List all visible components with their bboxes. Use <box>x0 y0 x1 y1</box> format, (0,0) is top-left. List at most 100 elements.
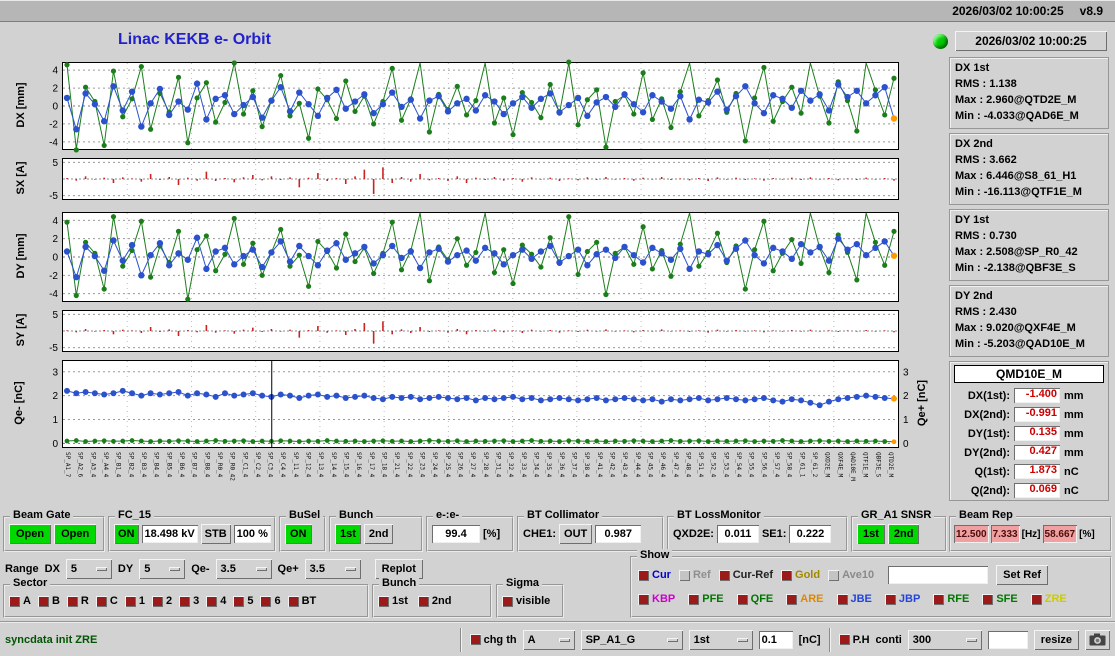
range-qep-dropdown[interactable]: 3.5 <box>304 559 361 579</box>
se1-value: 0.222 <box>789 525 832 543</box>
checkbox-label: 3 <box>193 595 200 607</box>
bunch-1st-button[interactable]: 1st <box>335 524 361 544</box>
checkbox-label: P.H <box>852 633 870 646</box>
range-qem-dropdown[interactable]: 3.5 <box>215 559 272 579</box>
sector-checkbox-3[interactable]: 3 <box>179 595 199 607</box>
show-cur-checkbox[interactable]: Cur <box>638 569 671 581</box>
sector-checkbox-a[interactable]: A <box>9 595 31 607</box>
show-sfe-checkbox[interactable]: SFE <box>982 593 1018 605</box>
qmd-panel: QMD10E_M DX(1st): -1.400 mm DX(2nd): -0.… <box>949 361 1109 501</box>
sigma-visible-checkbox[interactable]: visible <box>502 595 550 607</box>
sector-checkbox-2[interactable]: 2 <box>151 595 172 607</box>
threshold-input[interactable] <box>758 630 793 649</box>
extra-input[interactable] <box>987 630 1028 649</box>
range-qem-label: Qe- <box>191 563 210 575</box>
range-dy-dropdown[interactable]: 5 <box>139 559 186 579</box>
show-are-checkbox[interactable]: ARE <box>786 593 824 605</box>
checkbox-indicator <box>469 634 481 645</box>
set-ref-button[interactable]: Set Ref <box>996 565 1049 585</box>
stat-title: DY 1st <box>955 214 990 226</box>
checkbox-label: KBP <box>652 593 676 605</box>
sy-plot-canvas: 5 -5 <box>49 310 898 354</box>
show-qfe-checkbox[interactable]: QFE <box>736 593 773 605</box>
ph-checkbox[interactable]: P.H <box>838 633 870 646</box>
busel-on-button[interactable]: ON <box>285 524 312 544</box>
chg-th-checkbox[interactable]: chg th <box>469 634 517 646</box>
stat-min: Min : -16.113@QTF1E_M <box>955 186 1082 198</box>
checkbox-label: C <box>109 595 118 607</box>
range-dy-value: 5 <box>144 563 151 575</box>
show-cur-ref-checkbox[interactable]: Cur-Ref <box>718 569 773 581</box>
show-jbp-checkbox[interactable]: JBP <box>884 593 920 605</box>
bunch-1st-dropdown[interactable]: 1st <box>688 629 753 650</box>
sector-a-value: A <box>527 633 536 646</box>
checkbox-indicator <box>718 569 730 581</box>
sector-checkbox-bt[interactable]: BT <box>287 595 316 607</box>
qmd-row-value: -0.991 <box>1014 407 1060 422</box>
checkbox-indicator <box>1030 593 1042 605</box>
set-ref-input[interactable] <box>888 566 989 584</box>
sp-a1-g-dropdown[interactable]: SP_A1_G <box>580 629 683 650</box>
show-gold-checkbox[interactable]: Gold <box>781 569 820 581</box>
beam-gate-label: Beam Gate <box>10 509 74 521</box>
sector-checkbox-c[interactable]: C <box>95 595 118 607</box>
range-dx-dropdown[interactable]: 5 <box>65 559 112 579</box>
beam-rep-value-1: 12.500 <box>954 525 989 543</box>
checkbox-indicator <box>884 593 896 605</box>
sector-checkbox-r[interactable]: R <box>66 595 89 607</box>
fc15-group: FC_15 ON 18.498 kV STB 100 % <box>108 509 276 552</box>
interval-dropdown[interactable]: 300 <box>907 629 982 650</box>
fc15-stb-button[interactable]: STB <box>200 524 231 544</box>
stat-min: Min : -5.203@QAD10E_M <box>955 338 1085 350</box>
bunch-1st-checkbox[interactable]: 1st <box>378 595 408 607</box>
stat-min: Min : -2.138@QBF3E_S <box>955 262 1076 274</box>
stat-rms: RMS : 0.730 <box>955 230 1017 242</box>
sector-group-label: Sector <box>10 577 51 589</box>
replot-button[interactable]: Replot <box>374 559 423 579</box>
gr-snsr-1st-button[interactable]: 1st <box>857 524 885 544</box>
che1-out-button[interactable]: OUT <box>559 524 593 544</box>
beam-rep-value-2: 7.333 <box>990 525 1020 543</box>
sector-checkbox-6[interactable]: 6 <box>260 595 281 607</box>
fc15-label: FC_15 <box>115 509 155 521</box>
resize-button[interactable]: resize <box>1033 629 1079 650</box>
show-group: Show Cur Ref Cur-Ref Gold Ave10 Set Ref … <box>630 549 1112 618</box>
show-zre-checkbox[interactable]: ZRE <box>1030 593 1067 605</box>
svg-text:-2: -2 <box>49 271 58 282</box>
sector-checkbox-5[interactable]: 5 <box>233 595 253 607</box>
sector-checkbox-1[interactable]: 1 <box>124 595 145 607</box>
sector-checkbox-b[interactable]: B <box>37 595 60 607</box>
gr-snsr-2nd-button[interactable]: 2nd <box>887 524 920 544</box>
qmd-row: Q(1st): 1.873 nC <box>954 462 1104 481</box>
show-ave10-checkbox[interactable]: Ave10 <box>828 569 874 581</box>
gr-snsr-group: GR_A1 SNSR 1st 2nd <box>851 509 947 552</box>
page-title: Linac KEKB e- Orbit <box>118 31 271 48</box>
beam-gate-open2-button[interactable]: Open <box>54 524 97 544</box>
beam-gate-open1-button[interactable]: Open <box>9 524 52 544</box>
gr-snsr-label: GR_A1 SNSR <box>858 509 935 521</box>
titlebar-version: v8.9 <box>1079 3 1103 18</box>
bunch-2nd-checkbox[interactable]: 2nd <box>417 595 451 607</box>
checkbox-indicator <box>982 593 994 605</box>
sector-a-dropdown[interactable]: A <box>522 629 575 650</box>
che1-label: CHE1: <box>523 528 557 540</box>
bunch-2nd-button[interactable]: 2nd <box>363 524 394 544</box>
separator <box>828 627 831 652</box>
qmd-row: DX(1st): -1.400 mm <box>954 386 1104 405</box>
sx-plot-canvas: 5 -5 <box>49 158 898 202</box>
sector-checkbox-4[interactable]: 4 <box>206 595 226 607</box>
checkbox-label: ARE <box>800 593 824 605</box>
show-pfe-checkbox[interactable]: PFE <box>688 593 724 605</box>
snapshot-button[interactable] <box>1085 629 1110 650</box>
qmd-row: Q(2nd): 0.069 nC <box>954 481 1104 500</box>
checkbox-indicator <box>417 595 429 607</box>
dx-plot: 4 2 0 -2 -4 <box>49 59 899 153</box>
checkbox-indicator <box>786 593 798 605</box>
show-rfe-checkbox[interactable]: RFE <box>933 593 969 605</box>
fc15-on-button[interactable]: ON <box>114 524 139 544</box>
beam-rep-pct-unit: [%] <box>1079 528 1095 540</box>
show-kbp-checkbox[interactable]: KBP <box>638 593 675 605</box>
qxd2e-label: QXD2E: <box>673 528 714 540</box>
show-jbe-checkbox[interactable]: JBE <box>836 593 872 605</box>
show-ref-checkbox[interactable]: Ref <box>678 569 711 581</box>
